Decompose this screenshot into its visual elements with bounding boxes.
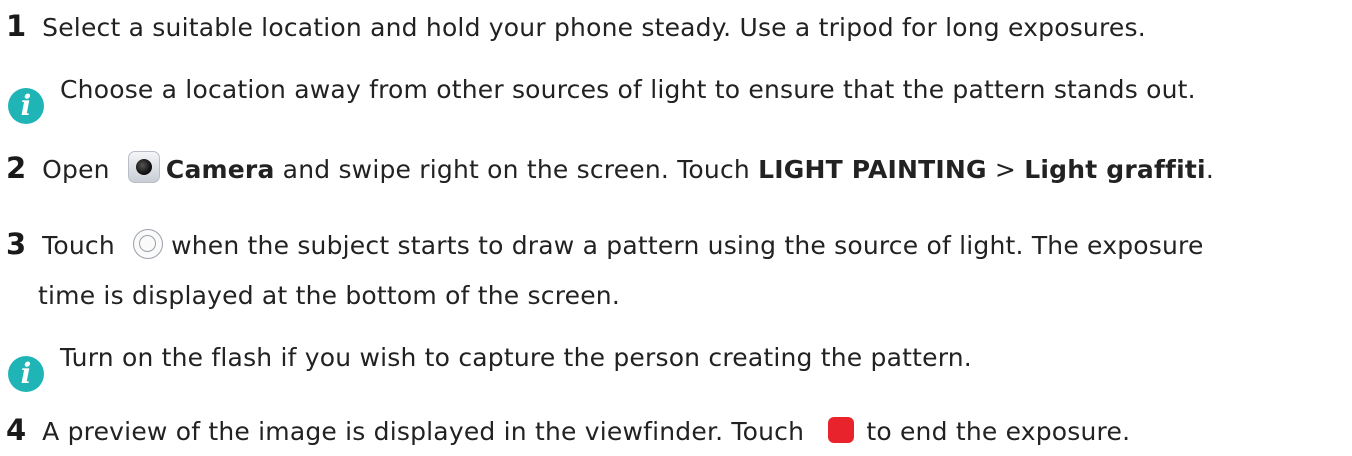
step-number: 2 (6, 151, 27, 185)
step-text: and swipe right on the screen. Touch (282, 155, 750, 184)
submenu-item-light-graffiti: Light graffiti (1024, 155, 1206, 184)
step-text: Select a suitable location and hold your… (42, 13, 1146, 42)
camera-label: Camera (165, 155, 275, 184)
camera-app-icon (127, 151, 160, 183)
step-3-continued: time is displayed at the bottom of the s… (38, 281, 620, 310)
info-icon: i (8, 356, 44, 392)
step-text: Touch (42, 231, 115, 260)
step-4: 4 A preview of the image is displayed in… (0, 412, 1130, 450)
shutter-button-icon (133, 229, 164, 259)
step-2: 2 Open Camera and swipe right on the scr… (0, 150, 1214, 188)
step-number: 3 (6, 227, 27, 261)
step-text: Open (42, 155, 110, 184)
stop-button-icon (828, 417, 855, 443)
step-number: 4 (6, 413, 27, 447)
note-2: Turn on the flash if you wish to capture… (60, 343, 972, 372)
step-text: when the subject starts to draw a patter… (171, 231, 1204, 260)
note-1: Choose a location away from other source… (60, 75, 1196, 104)
step-text: A preview of the image is displayed in t… (42, 417, 805, 446)
menu-separator: > (994, 155, 1017, 184)
step-3: 3 Touch when the subject starts to draw … (0, 226, 1204, 264)
info-icon: i (8, 88, 44, 124)
menu-item-light-painting: LIGHT PAINTING (758, 155, 987, 184)
step-end: . (1205, 155, 1214, 184)
step-1: 1 Select a suitable location and hold yo… (0, 8, 1146, 46)
step-text: to end the exposure. (866, 417, 1131, 446)
step-number: 1 (6, 9, 27, 43)
